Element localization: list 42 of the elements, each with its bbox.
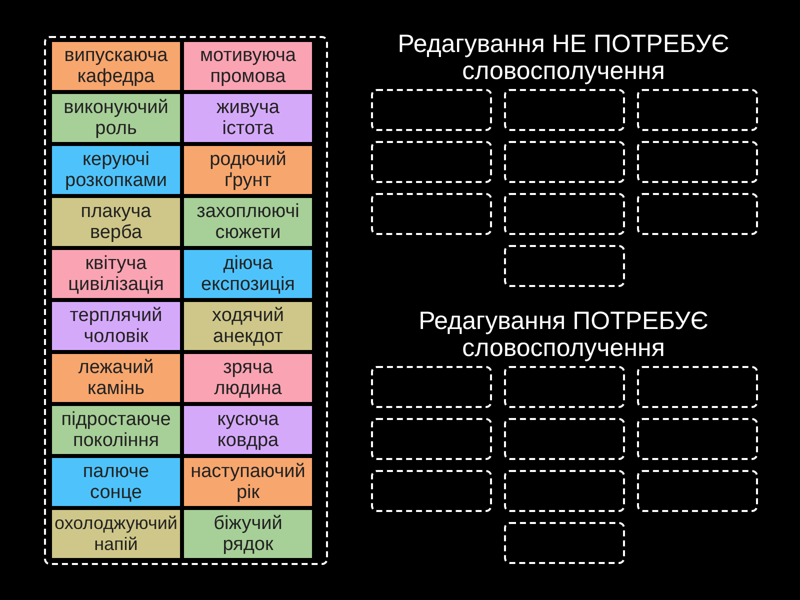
word-tile[interactable]: квітуча цивілізація	[52, 250, 180, 298]
answer-box[interactable]	[637, 89, 758, 131]
answer-box[interactable]	[371, 366, 492, 408]
answer-box[interactable]	[504, 366, 625, 408]
word-tile[interactable]: родючий ґрунт	[184, 146, 312, 194]
answer-box[interactable]	[637, 418, 758, 460]
answer-box[interactable]	[637, 366, 758, 408]
answer-box[interactable]	[371, 193, 492, 235]
answer-box[interactable]	[371, 89, 492, 131]
answer-box[interactable]	[504, 418, 625, 460]
answer-box[interactable]	[504, 141, 625, 183]
answer-box[interactable]	[504, 89, 625, 131]
word-tile[interactable]: живуча істота	[184, 94, 312, 142]
answer-box[interactable]	[504, 193, 625, 235]
word-tile[interactable]: захоплюючі сюжети	[184, 198, 312, 246]
answer-box[interactable]	[371, 470, 492, 512]
word-tile[interactable]: біжучий рядок	[184, 510, 312, 558]
word-tile[interactable]: мотивуюча промова	[184, 42, 312, 90]
word-tile[interactable]: виконуючий роль	[52, 94, 180, 142]
word-tile[interactable]: зряча людина	[184, 354, 312, 402]
word-tile[interactable]: охолоджуючий напій	[52, 510, 180, 558]
word-tile[interactable]: кусюча ковдра	[184, 406, 312, 454]
word-tile[interactable]: діюча експозиція	[184, 250, 312, 298]
word-tile[interactable]: ходячий анекдот	[184, 302, 312, 350]
answer-box[interactable]	[371, 141, 492, 183]
word-tile[interactable]: випускаюча кафедра	[52, 42, 180, 90]
group-title: Редагування ПОТРЕБУЄ словосполучення	[418, 308, 710, 362]
word-tile[interactable]: палюче сонце	[52, 458, 180, 506]
answer-box[interactable]	[637, 470, 758, 512]
word-tile[interactable]: терплячий чоловік	[52, 302, 180, 350]
word-tile[interactable]: підростаюче покоління	[52, 406, 180, 454]
word-tile[interactable]: керуючі розкопками	[52, 146, 180, 194]
answer-box[interactable]	[504, 470, 625, 512]
word-tile[interactable]: наступаючий рік	[184, 458, 312, 506]
answer-box[interactable]	[504, 245, 625, 287]
answer-box[interactable]	[637, 141, 758, 183]
answer-box[interactable]	[504, 522, 625, 564]
group-title: Редагування НЕ ПОТРЕБУЄ словосполучення	[396, 31, 730, 85]
word-tile[interactable]: лежачий камінь	[52, 354, 180, 402]
answer-box[interactable]	[637, 193, 758, 235]
answer-box[interactable]	[371, 418, 492, 460]
word-tile[interactable]: плакуча верба	[52, 198, 180, 246]
